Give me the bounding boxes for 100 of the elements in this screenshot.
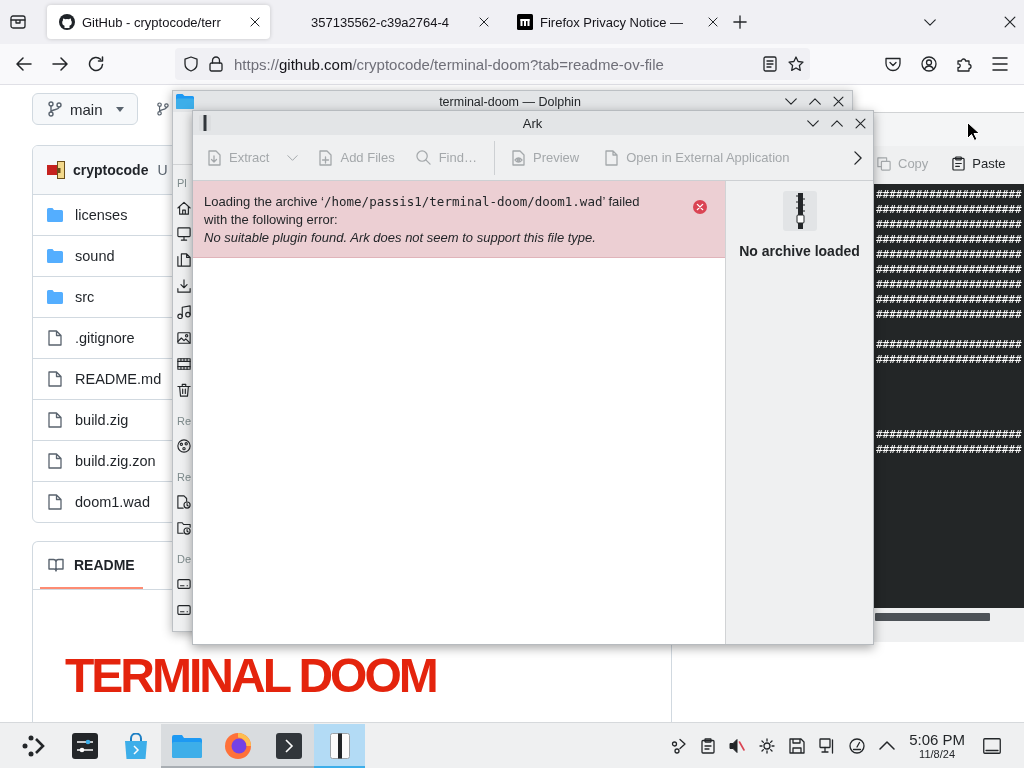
close-icon[interactable] <box>855 117 866 129</box>
picture-icon[interactable] <box>177 331 191 345</box>
branch-icon <box>48 101 62 117</box>
minimize-icon[interactable] <box>785 98 797 105</box>
address-bar[interactable]: https://github.com/cryptocode/terminal-doom?tab=readme-ov-file <box>175 48 810 80</box>
recent-folder-icon[interactable] <box>177 521 191 535</box>
reader-view-icon[interactable] <box>763 56 777 72</box>
browser-tab[interactable]: 357135562-c39a2764-4 <box>276 5 499 39</box>
clipboard-icon <box>952 156 966 171</box>
maximize-icon[interactable] <box>809 98 821 105</box>
file-icon <box>48 494 62 510</box>
sliders-icon <box>71 732 98 759</box>
maximize-icon[interactable] <box>831 119 843 127</box>
sidebar-heading: Re <box>177 414 192 428</box>
chevron-down-icon[interactable] <box>924 18 936 26</box>
speaker-muted-icon[interactable] <box>729 737 746 754</box>
close-icon[interactable] <box>250 17 260 27</box>
file-link[interactable]: doom1.wad <box>75 494 150 510</box>
star-icon[interactable] <box>788 56 804 72</box>
network-icon[interactable] <box>177 439 191 453</box>
file-link[interactable]: build.zig.zon <box>75 453 156 469</box>
scrollbar-handle[interactable] <box>875 613 990 621</box>
empty-state-label: No archive loaded <box>739 243 860 259</box>
menu-icon[interactable] <box>992 57 1008 71</box>
file-icon <box>48 453 62 469</box>
file-link[interactable]: README.md <box>75 371 162 387</box>
minimize-icon[interactable] <box>807 119 819 127</box>
puzzle-piece-icon[interactable] <box>957 56 972 72</box>
clock-time[interactable]: 5:06 PM <box>909 731 965 747</box>
chevron-right-icon[interactable] <box>854 150 862 165</box>
desktop-icon[interactable] <box>177 227 191 241</box>
file-link[interactable]: build.zig <box>75 412 129 428</box>
site-logo-icon <box>59 14 75 30</box>
drive-icon[interactable] <box>177 577 191 591</box>
trash-icon[interactable] <box>177 383 191 397</box>
document-eye-icon <box>511 149 525 166</box>
mouse-pointer-icon <box>967 122 979 141</box>
close-icon[interactable] <box>479 17 489 27</box>
site-logo-icon <box>517 14 533 30</box>
branch-icon[interactable] <box>157 102 169 116</box>
document-arrow-icon <box>208 149 221 166</box>
tab-list-icon[interactable] <box>10 15 26 29</box>
document-plus-icon <box>319 149 333 166</box>
author-link[interactable]: cryptocode <box>73 162 149 178</box>
forward-arrow-icon[interactable] <box>52 57 68 71</box>
film-icon[interactable] <box>177 357 191 371</box>
zip-archive-icon <box>199 115 211 131</box>
new-tab-icon[interactable] <box>733 15 747 29</box>
back-arrow-icon[interactable] <box>16 57 32 71</box>
account-icon[interactable] <box>921 56 937 72</box>
task-button[interactable] <box>263 723 314 768</box>
folder-icon <box>176 94 194 109</box>
pocket-icon[interactable] <box>885 56 901 72</box>
device-connect-icon[interactable] <box>671 737 688 754</box>
copy-icon <box>877 156 891 171</box>
folder-icon <box>47 208 63 222</box>
documents-icon[interactable] <box>177 253 191 267</box>
window-title: Ark <box>522 115 543 131</box>
network-monitor-icon[interactable] <box>819 737 836 754</box>
home-icon[interactable] <box>177 201 191 215</box>
terminal-output: ###################### ###################### ###################### ###################### ###################### ###################### ###################### ###################### ###################### ###################### ###################### ###################### ###################### <box>874 184 1024 608</box>
caret-down-icon <box>116 106 124 112</box>
download-icon[interactable] <box>177 279 191 293</box>
browser-tab[interactable]: Firefox Privacy Notice — <box>505 5 728 39</box>
file-link[interactable]: sound <box>75 248 115 264</box>
browser-tab[interactable]: GitHub - cryptocode/terr <box>47 5 270 39</box>
paste-button[interactable]: Paste <box>952 156 1006 171</box>
lock-icon[interactable] <box>209 56 223 72</box>
close-icon[interactable] <box>1004 16 1016 28</box>
commit-message: U <box>157 162 168 178</box>
document-icon <box>605 149 619 166</box>
file-icon <box>48 412 62 428</box>
file-link[interactable]: licenses <box>75 207 128 223</box>
music-note-icon[interactable] <box>177 305 191 319</box>
reload-icon[interactable] <box>88 56 104 72</box>
folder-icon <box>47 290 63 304</box>
chevron-up-icon[interactable] <box>879 741 896 750</box>
shield-icon[interactable] <box>184 56 198 72</box>
file-link[interactable]: src <box>75 289 95 305</box>
branch-button[interactable]: main <box>32 93 138 125</box>
readme-tab[interactable]: README <box>40 542 143 589</box>
gauge-icon[interactable] <box>849 737 866 754</box>
task-button[interactable] <box>314 723 365 768</box>
book-icon <box>48 557 64 572</box>
search-icon <box>415 150 431 165</box>
launcher-icon <box>21 734 46 757</box>
drive-icon[interactable] <box>177 603 191 617</box>
avatar-icon <box>47 161 65 179</box>
zip-archive-icon <box>782 191 817 231</box>
sidebar-heading: Pl <box>177 176 187 190</box>
clipboard-icon[interactable] <box>701 737 716 754</box>
shopping-bag-icon <box>123 732 148 759</box>
show-desktop-icon[interactable] <box>983 737 1001 754</box>
brightness-icon[interactable] <box>759 737 776 754</box>
close-icon[interactable] <box>833 96 844 107</box>
clock-date[interactable]: 11/8/24 <box>919 748 955 760</box>
folder-icon <box>171 733 202 758</box>
file-link[interactable]: .gitignore <box>75 330 135 346</box>
close-icon[interactable] <box>708 17 718 27</box>
recent-files-icon[interactable] <box>177 495 191 509</box>
